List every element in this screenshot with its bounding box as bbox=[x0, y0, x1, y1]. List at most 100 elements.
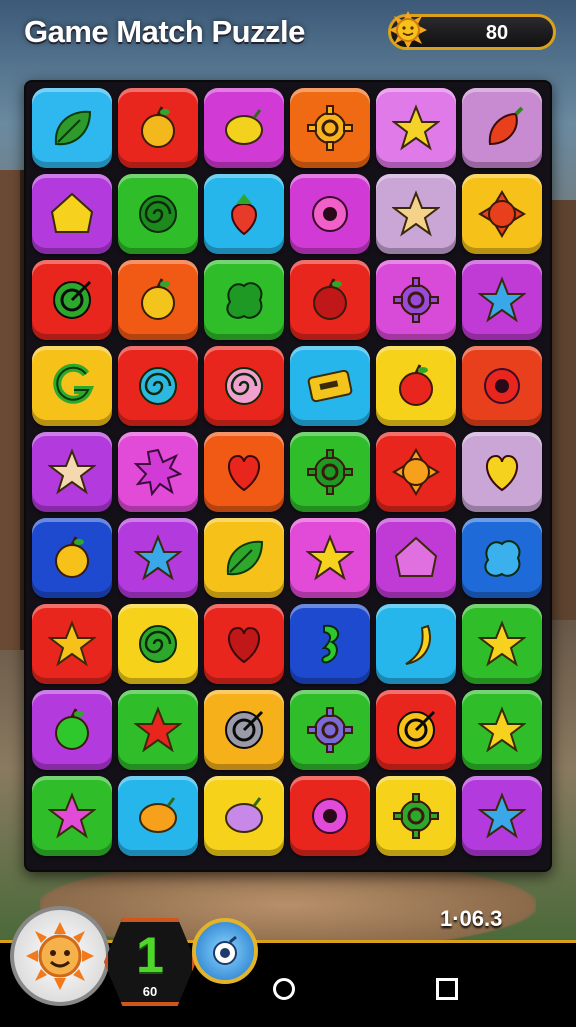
letter-g-icon bbox=[53, 363, 95, 404]
lemon-icon bbox=[139, 797, 177, 833]
tile-apple[interactable] bbox=[32, 518, 112, 598]
tile-swirl[interactable] bbox=[118, 174, 198, 254]
level-badge: 1 60 bbox=[104, 918, 196, 1006]
target-icon bbox=[225, 710, 264, 749]
tile-ticket[interactable] bbox=[290, 346, 370, 426]
tile-strawberry[interactable] bbox=[204, 174, 284, 254]
leaf-icon bbox=[226, 540, 264, 576]
house-icon bbox=[394, 536, 438, 577]
tile-splat[interactable] bbox=[118, 432, 198, 512]
star-icon bbox=[392, 190, 440, 237]
star-icon bbox=[306, 534, 354, 581]
star-icon bbox=[392, 104, 440, 151]
tile-star[interactable] bbox=[32, 604, 112, 684]
tile-swirl[interactable] bbox=[204, 346, 284, 426]
banana-icon bbox=[405, 624, 431, 665]
tile-gear[interactable] bbox=[290, 432, 370, 512]
game-title: Game Match Puzzle bbox=[24, 14, 305, 49]
tile-ring[interactable] bbox=[462, 346, 542, 426]
tile-leaf[interactable] bbox=[32, 88, 112, 168]
tile-apple[interactable] bbox=[290, 260, 370, 340]
tile-leaf[interactable] bbox=[204, 518, 284, 598]
tile-target[interactable] bbox=[376, 690, 456, 770]
tile-ring[interactable] bbox=[290, 776, 370, 856]
powerup-button[interactable] bbox=[192, 918, 258, 984]
apple-icon bbox=[399, 364, 433, 406]
apple-icon bbox=[313, 278, 347, 320]
tile-house[interactable] bbox=[376, 518, 456, 598]
tile-star[interactable] bbox=[462, 690, 542, 770]
tile-star[interactable] bbox=[462, 260, 542, 340]
tile-lemon[interactable] bbox=[204, 776, 284, 856]
tile-chili[interactable] bbox=[462, 88, 542, 168]
sun-face-icon bbox=[26, 922, 94, 990]
tile-seahorse[interactable] bbox=[290, 604, 370, 684]
apple-icon bbox=[55, 536, 89, 578]
tile-target[interactable] bbox=[32, 260, 112, 340]
tile-star[interactable] bbox=[376, 88, 456, 168]
chili-icon bbox=[488, 106, 524, 146]
ring-icon bbox=[312, 798, 348, 834]
ticket-icon bbox=[307, 369, 353, 403]
background-building-left bbox=[0, 170, 24, 650]
tile-star[interactable] bbox=[32, 776, 112, 856]
tile-apple[interactable] bbox=[32, 690, 112, 770]
tile-apple[interactable] bbox=[118, 260, 198, 340]
tile-heart[interactable] bbox=[204, 432, 284, 512]
tile-target[interactable] bbox=[204, 690, 284, 770]
tile-blob[interactable] bbox=[462, 518, 542, 598]
tile-heart[interactable] bbox=[204, 604, 284, 684]
tile-house[interactable] bbox=[32, 174, 112, 254]
star-icon bbox=[48, 792, 96, 839]
swirl-icon bbox=[139, 367, 177, 405]
game-board bbox=[24, 80, 552, 872]
gear-icon bbox=[307, 105, 353, 151]
tile-gear[interactable] bbox=[290, 88, 370, 168]
swirl-icon bbox=[139, 625, 177, 663]
tile-gear[interactable] bbox=[290, 690, 370, 770]
tile-star[interactable] bbox=[118, 518, 198, 598]
tile-sun[interactable] bbox=[376, 432, 456, 512]
swirl-icon bbox=[225, 367, 263, 405]
home-button[interactable] bbox=[273, 978, 295, 1000]
player-avatar[interactable] bbox=[10, 906, 110, 1006]
star-icon bbox=[478, 620, 526, 667]
sun-icon bbox=[392, 448, 440, 496]
ring-icon bbox=[484, 368, 520, 404]
recent-apps-button[interactable] bbox=[436, 978, 458, 1000]
star-icon bbox=[478, 792, 526, 839]
tile-letter-g[interactable] bbox=[32, 346, 112, 426]
sun-icon bbox=[389, 11, 427, 49]
tile-star[interactable] bbox=[32, 432, 112, 512]
tile-lemon[interactable] bbox=[118, 776, 198, 856]
tile-swirl[interactable] bbox=[118, 604, 198, 684]
moves-count: 60 bbox=[142, 984, 158, 999]
tile-star[interactable] bbox=[118, 690, 198, 770]
tile-star[interactable] bbox=[462, 604, 542, 684]
tile-gear[interactable] bbox=[376, 776, 456, 856]
tile-lemon[interactable] bbox=[204, 88, 284, 168]
tile-ring[interactable] bbox=[290, 174, 370, 254]
tile-star[interactable] bbox=[462, 776, 542, 856]
tile-swirl[interactable] bbox=[118, 346, 198, 426]
tile-sun[interactable] bbox=[462, 174, 542, 254]
tile-blob[interactable] bbox=[204, 260, 284, 340]
star-icon bbox=[48, 448, 96, 495]
timer-readout: 1·06.3 bbox=[440, 906, 503, 931]
tile-star[interactable] bbox=[376, 174, 456, 254]
gear-icon bbox=[393, 793, 439, 839]
apple-icon bbox=[141, 106, 175, 148]
tile-banana[interactable] bbox=[376, 604, 456, 684]
gear-icon bbox=[307, 449, 353, 495]
tile-apple[interactable] bbox=[376, 346, 456, 426]
tile-apple[interactable] bbox=[118, 88, 198, 168]
level-number: 1 bbox=[136, 927, 164, 983]
star-icon bbox=[134, 534, 182, 581]
tile-gear[interactable] bbox=[376, 260, 456, 340]
sun-icon bbox=[478, 190, 526, 238]
tile-star[interactable] bbox=[290, 518, 370, 598]
tile-heart[interactable] bbox=[462, 432, 542, 512]
score-value: 80 bbox=[485, 22, 509, 44]
heart-icon bbox=[228, 454, 260, 492]
background-path bbox=[40, 860, 536, 950]
